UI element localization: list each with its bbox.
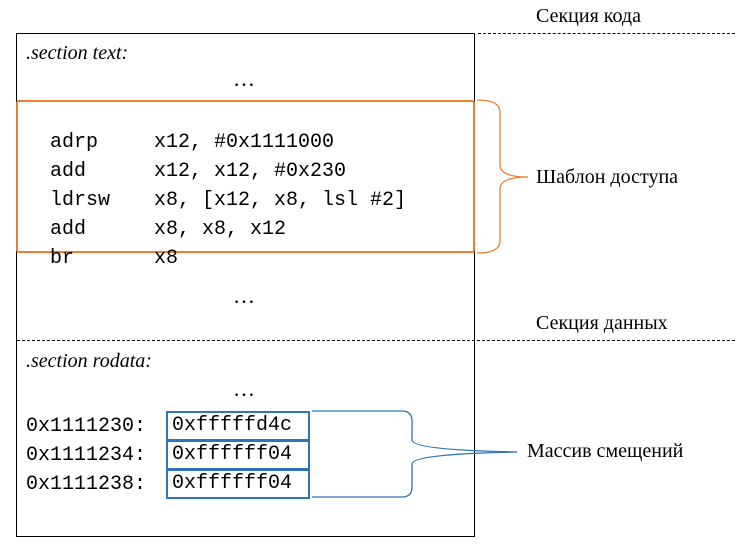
offset-array-label: Массив смещений [527, 440, 684, 462]
access-pattern-label: Шаблон доступа [536, 166, 679, 188]
brace-graphics [312, 99, 529, 498]
access-pattern-brace [476, 99, 529, 254]
offset-array-brace [312, 410, 518, 498]
